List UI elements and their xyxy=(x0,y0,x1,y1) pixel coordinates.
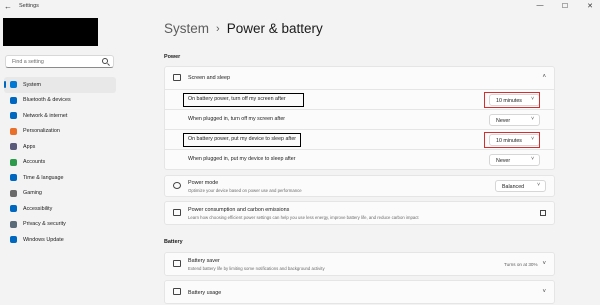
power-consumption-card[interactable]: Power consumption and carbon emissions L… xyxy=(164,201,555,225)
apps-icon xyxy=(10,143,17,151)
battery-saver-subtitle: Extend battery life by limiting some not… xyxy=(188,266,325,271)
breadcrumb: System › Power & battery xyxy=(164,21,323,36)
accounts-icon xyxy=(10,158,17,166)
sidebar-item-windows-update[interactable]: Windows Update xyxy=(4,232,116,248)
sidebar-item-gaming[interactable]: Gaming xyxy=(4,186,116,202)
system-icon xyxy=(10,81,17,89)
chevron-down-icon: ˅ xyxy=(531,116,534,122)
setting-row: When plugged in, turn off my screen afte… xyxy=(164,110,555,130)
close-button[interactable]: ✕ xyxy=(586,2,594,10)
screen-off-plugged-dropdown[interactable]: Never ˅ xyxy=(489,114,540,126)
chevron-down-icon[interactable]: ˅ xyxy=(542,261,546,267)
app-title: Settings xyxy=(19,3,39,9)
sidebar-item-apps[interactable]: Apps xyxy=(4,139,116,155)
sidebar-item-accessibility[interactable]: Accessibility xyxy=(4,201,116,217)
power-consumption-title: Power consumption and carbon emissions xyxy=(188,207,290,213)
sidebar-item-label: Privacy & security xyxy=(23,221,66,228)
page-title: Power & battery xyxy=(226,21,323,36)
user-profile-redacted[interactable] xyxy=(3,18,98,46)
search-icon[interactable] xyxy=(102,58,108,64)
sidebar-item-label: Bluetooth & devices xyxy=(23,97,71,104)
maximize-button[interactable]: ☐ xyxy=(561,2,569,10)
chevron-down-icon: ˅ xyxy=(531,156,534,162)
power-mode-card: Power mode Optimize your device based on… xyxy=(164,175,555,197)
section-title-battery: Battery xyxy=(164,239,183,245)
power-mode-title: Power mode xyxy=(188,180,219,186)
time-language-icon xyxy=(10,174,17,182)
power-mode-dropdown[interactable]: Balanced ˅ xyxy=(495,180,546,192)
bluetooth-icon xyxy=(10,96,17,104)
setting-row: When plugged in, put my device to sleep … xyxy=(164,150,555,170)
personalization-icon xyxy=(10,127,17,135)
sleep-plugged-dropdown[interactable]: Never ˅ xyxy=(489,154,540,166)
battery-usage-icon xyxy=(173,288,181,295)
screen-sleep-title: Screen and sleep xyxy=(188,75,230,81)
windows-update-icon xyxy=(10,236,17,244)
sidebar-item-label: Network & internet xyxy=(23,112,68,119)
value-highlight-box xyxy=(484,132,540,148)
network-icon xyxy=(10,112,17,120)
sidebar-item-label: System xyxy=(23,81,41,88)
sidebar-item-system[interactable]: System xyxy=(4,77,116,93)
chevron-up-icon[interactable]: ˄ xyxy=(542,74,546,80)
sidebar-item-network-internet[interactable]: Network & internet xyxy=(4,108,116,124)
power-mode-subtitle: Optimize your device based on power use … xyxy=(188,188,302,193)
title-bar: ← Settings — ☐ ✕ xyxy=(0,0,600,14)
accessibility-icon xyxy=(10,205,17,213)
sidebar-item-label: Gaming xyxy=(23,190,42,197)
setting-label: When plugged in, turn off my screen afte… xyxy=(188,116,286,122)
chevron-down-icon: ˅ xyxy=(537,182,540,188)
label-highlight-box xyxy=(183,133,301,147)
sidebar-nav: System Bluetooth & devices Network & inter… xyxy=(4,77,116,248)
section-title-power: Power xyxy=(164,54,181,60)
battery-saver-status: Turns on at 30% xyxy=(504,262,538,267)
gaming-icon xyxy=(10,189,17,197)
sidebar-item-label: Windows Update xyxy=(23,236,64,243)
chevron-down-icon[interactable]: ˅ xyxy=(542,289,546,295)
back-arrow-icon[interactable]: ← xyxy=(4,2,12,11)
external-link-icon[interactable] xyxy=(540,210,546,216)
sidebar-item-accounts[interactable]: Accounts xyxy=(4,155,116,171)
sidebar-item-label: Time & language xyxy=(23,174,64,181)
breadcrumb-parent[interactable]: System xyxy=(164,21,209,36)
sidebar-item-bluetooth-devices[interactable]: Bluetooth & devices xyxy=(4,93,116,109)
battery-usage-card[interactable]: Battery usage ˅ xyxy=(164,280,555,304)
battery-saver-card[interactable]: Battery saver Extend battery life by lim… xyxy=(164,252,555,276)
window-controls: — ☐ ✕ xyxy=(536,2,594,10)
sidebar-item-personalization[interactable]: Personalization xyxy=(4,124,116,140)
setting-label: When plugged in, put my device to sleep … xyxy=(188,156,296,162)
sidebar-item-time-language[interactable]: Time & language xyxy=(4,170,116,186)
privacy-icon xyxy=(10,220,17,228)
leaf-icon xyxy=(173,209,181,216)
sidebar-item-label: Apps xyxy=(23,143,36,150)
value-highlight-box xyxy=(484,92,540,108)
battery-saver-title: Battery saver xyxy=(188,258,220,264)
sidebar-item-label: Accessibility xyxy=(23,205,53,212)
monitor-icon xyxy=(173,74,181,81)
power-consumption-subtitle: Learn how choosing efficient power setti… xyxy=(188,215,419,220)
screen-sleep-header[interactable]: Screen and sleep ˄ xyxy=(164,66,555,90)
battery-usage-title: Battery usage xyxy=(188,290,222,296)
search-input[interactable]: Find a setting xyxy=(5,55,114,68)
sidebar-item-label: Accounts xyxy=(23,159,46,166)
battery-saver-icon xyxy=(173,260,181,267)
sidebar-item-privacy-security[interactable]: Privacy & security xyxy=(4,217,116,233)
chevron-right-icon: › xyxy=(216,22,220,35)
sidebar-item-label: Personalization xyxy=(23,128,60,135)
label-highlight-box xyxy=(183,93,304,107)
power-mode-icon xyxy=(173,182,181,189)
minimize-button[interactable]: — xyxy=(536,2,544,10)
search-placeholder: Find a setting xyxy=(12,59,44,65)
